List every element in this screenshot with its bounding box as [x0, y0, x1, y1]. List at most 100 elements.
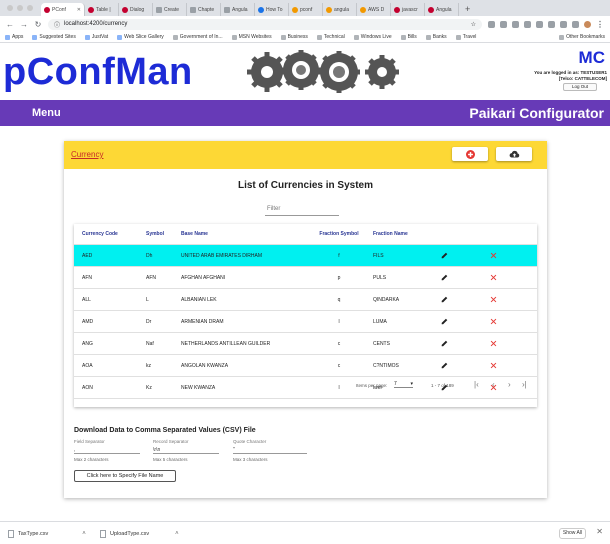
edit-icon[interactable]: [441, 289, 448, 310]
upload-button[interactable]: [496, 147, 532, 161]
extension-icon[interactable]: [536, 20, 543, 28]
extension-icon[interactable]: [500, 20, 507, 28]
delete-icon[interactable]: [490, 289, 497, 310]
close-icon[interactable]: ✕: [596, 527, 603, 536]
extension-icon[interactable]: [512, 20, 519, 28]
specify-file-name-button[interactable]: Click here to Specify File Name: [74, 470, 176, 482]
extension-icon[interactable]: [524, 20, 531, 28]
forward-icon[interactable]: →: [20, 20, 28, 29]
field-separator-input[interactable]: ,: [74, 447, 140, 454]
bookmark-item[interactable]: Bills: [400, 34, 417, 40]
delete-icon[interactable]: [490, 333, 497, 354]
browser-tab[interactable]: Angula: [425, 3, 459, 16]
browser-tab[interactable]: Dialog: [119, 3, 153, 16]
bookmark-item[interactable]: Apps: [5, 34, 23, 40]
edit-icon[interactable]: [441, 267, 448, 288]
extension-icon[interactable]: [560, 20, 567, 28]
page-icon: [292, 6, 298, 13]
table-row[interactable]: AOA kz ANGOLAN KWANZA c C?NTIMOS: [74, 355, 537, 377]
folder-icon: [280, 34, 286, 40]
first-page-icon[interactable]: |‹: [474, 380, 479, 389]
paginator: Items per page: 7 ▾ 1 - 7 of 189 |‹ ‹ › ›…: [74, 376, 537, 396]
bookmark-item[interactable]: Web Slice Gallery: [117, 34, 164, 40]
bookmark-item[interactable]: Suggested Sites: [32, 34, 76, 40]
download-item[interactable]: UploadType.csv ˄: [100, 528, 179, 539]
previous-page-icon[interactable]: ‹: [492, 380, 495, 389]
table-row[interactable]: ANG Naf NETHERLANDS ANTILLEAN GUILDER c CENT…: [74, 333, 537, 355]
download-item[interactable]: TaxType.csv ˄: [8, 528, 86, 539]
close-window-icon[interactable]: [7, 5, 13, 11]
add-button[interactable]: [452, 147, 488, 161]
browser-tab[interactable]: Chapte: [187, 3, 221, 16]
maximize-window-icon[interactable]: [27, 5, 33, 11]
show-all-button[interactable]: Show All: [559, 528, 586, 539]
browser-tab[interactable]: Create: [153, 3, 187, 16]
bookmark-item[interactable]: Technical: [316, 34, 345, 40]
bookmark-item[interactable]: JustVat: [84, 34, 108, 40]
extension-icon[interactable]: [572, 20, 579, 28]
minimize-window-icon[interactable]: [17, 5, 23, 11]
browser-tab[interactable]: AWS D: [357, 3, 391, 16]
edit-icon[interactable]: [441, 245, 448, 266]
edit-icon[interactable]: [441, 355, 448, 376]
symbol-cell: L: [146, 296, 149, 303]
edit-icon[interactable]: [441, 333, 448, 354]
browser-tab[interactable]: angula: [323, 3, 357, 16]
bookmark-item[interactable]: Windows Live: [353, 34, 392, 40]
reload-icon[interactable]: ↻: [34, 20, 42, 29]
items-per-page-select[interactable]: 7 ▾: [394, 381, 413, 388]
table-row[interactable]: AED Dh UNITED ARAB EMIRATES DIRHAM f FILS: [74, 245, 537, 267]
bookmark-item[interactable]: Business: [280, 34, 308, 40]
delete-icon[interactable]: [490, 355, 497, 376]
bookmark-item[interactable]: Banks: [425, 34, 447, 40]
tab-label: Angula: [232, 6, 248, 13]
column-header[interactable]: Fraction Name: [373, 224, 408, 244]
logout-button[interactable]: Log Out: [563, 83, 597, 91]
menu-button[interactable]: Menu: [32, 107, 61, 119]
extension-icon[interactable]: [548, 20, 555, 28]
other-bookmarks[interactable]: Other Bookmarks: [559, 34, 605, 40]
tab-label: AWS D: [368, 6, 385, 13]
column-header[interactable]: Base Name: [181, 224, 208, 244]
quote-character-input[interactable]: ": [233, 447, 307, 454]
browser-tab[interactable]: PConf ✕: [41, 3, 85, 16]
new-tab-button[interactable]: +: [459, 4, 470, 16]
browser-tab[interactable]: javascr: [391, 3, 425, 16]
bookmark-item[interactable]: MSN Websites: [231, 34, 272, 40]
table-row[interactable]: AFN AFN AFGHAN AFGHANI p PULS: [74, 267, 537, 289]
column-header[interactable]: Fraction Symbol: [316, 224, 362, 244]
chevron-up-icon[interactable]: ˄: [175, 531, 179, 537]
browser-tab[interactable]: Angula: [221, 3, 255, 16]
last-page-icon[interactable]: ›|: [522, 380, 527, 389]
back-icon[interactable]: ←: [6, 20, 14, 29]
column-header[interactable]: Currency Code: [82, 224, 118, 244]
extension-icon[interactable]: [488, 20, 495, 28]
edit-icon[interactable]: [441, 311, 448, 332]
record-separator-input[interactable]: \r\n: [153, 447, 219, 454]
column-header[interactable]: Symbol: [146, 224, 164, 244]
chevron-up-icon[interactable]: ˄: [82, 531, 86, 537]
profile-avatar[interactable]: [584, 20, 591, 28]
close-tab-icon[interactable]: ✕: [77, 7, 81, 13]
browser-tab[interactable]: pconf: [289, 3, 323, 16]
next-page-icon[interactable]: ›: [508, 380, 511, 389]
field-hint: Max 2 characters: [74, 457, 109, 462]
star-icon[interactable]: ☆: [471, 21, 476, 28]
page-title: List of Currencies in System: [237, 180, 374, 191]
browser-tab[interactable]: Table |: [85, 3, 119, 16]
bookmark-item[interactable]: Travel: [455, 34, 476, 40]
breadcrumb[interactable]: Currency: [71, 150, 103, 159]
bookmark-item[interactable]: Government of In...: [172, 34, 223, 40]
record-separator-field: Record Separator \r\n Max 5 characters: [153, 439, 219, 462]
delete-icon[interactable]: [490, 245, 497, 266]
filter-input[interactable]: Filter: [265, 205, 339, 216]
delete-icon[interactable]: [490, 311, 497, 332]
delete-icon[interactable]: [490, 267, 497, 288]
url-field[interactable]: ⓘ localhost:4200/currency ☆: [48, 18, 482, 30]
browser-tab[interactable]: How To: [255, 3, 289, 16]
table-row[interactable]: AMD Dr ARMENIAN DRAM l LUMA: [74, 311, 537, 333]
angular-icon: [394, 6, 400, 13]
logged-in-text: You are logged in as: TESTUSER1: [534, 70, 607, 75]
table-row[interactable]: ALL L ALBANIAN LEK q QINDARKA: [74, 289, 537, 311]
kebab-menu-icon[interactable]: ⋮: [596, 20, 604, 29]
